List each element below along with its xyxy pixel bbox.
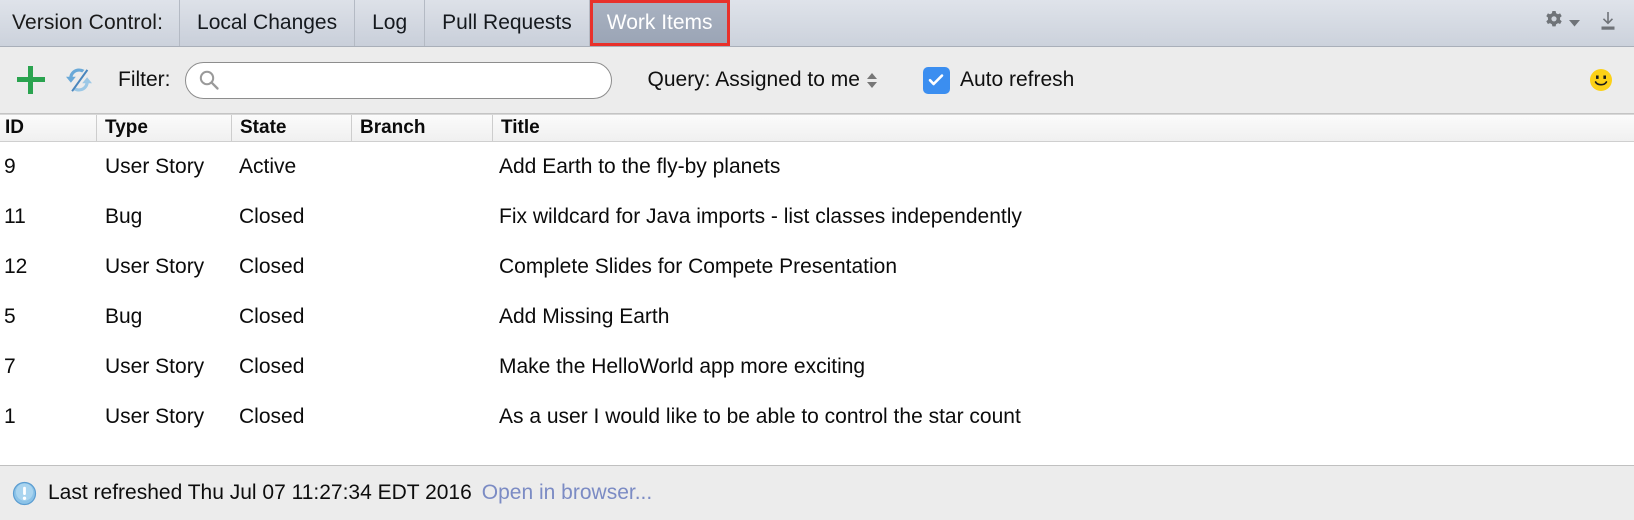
cell-state: Closed	[239, 305, 305, 328]
cell-state: Closed	[239, 255, 305, 278]
column-header-branch[interactable]: Branch	[351, 115, 492, 141]
last-refreshed-text: Last refreshed Thu Jul 07 11:27:34 EDT 2…	[48, 481, 472, 504]
table-empty-space	[0, 442, 1634, 465]
cell-id: 11	[4, 205, 26, 228]
column-header-type[interactable]: Type	[96, 115, 231, 141]
cell-type: User Story	[105, 255, 205, 278]
gear-icon	[1542, 9, 1566, 38]
cell-state: Active	[239, 155, 297, 178]
work-items-toolbar: Filter: Query: Assigned to me Auto refre…	[0, 47, 1634, 114]
hide-panel-button[interactable]	[1596, 9, 1620, 38]
work-items-panel: Version Control: Local Changes Log Pull …	[0, 0, 1634, 520]
cell-title: Make the HelloWorld app more exciting	[499, 355, 866, 378]
cell-title: Complete Slides for Compete Presentation	[499, 255, 898, 278]
cell-id: 9	[4, 155, 16, 178]
checkbox-checked-icon	[922, 66, 950, 94]
table-row[interactable]: 7 User Story Closed Make the HelloWorld …	[0, 342, 1634, 392]
cell-type: Bug	[105, 205, 143, 228]
search-input[interactable]	[225, 69, 611, 91]
column-header-id[interactable]: ID	[0, 115, 96, 141]
cell-id: 12	[4, 255, 28, 278]
tab-bar: Version Control: Local Changes Log Pull …	[0, 0, 1634, 47]
tab-local-changes[interactable]: Local Changes	[180, 0, 356, 46]
smiley-face-icon[interactable]	[1588, 67, 1614, 93]
table-row[interactable]: 9 User Story Active Add Earth to the fly…	[0, 142, 1634, 192]
up-down-stepper-icon[interactable]	[866, 72, 877, 88]
cell-state: Closed	[239, 405, 305, 428]
plus-icon[interactable]	[14, 63, 48, 97]
table-row[interactable]: 1 User Story Closed As a user I would li…	[0, 392, 1634, 442]
table-row[interactable]: 11 Bug Closed Fix wildcard for Java impo…	[0, 192, 1634, 242]
table-row[interactable]: 12 User Story Closed Complete Slides for…	[0, 242, 1634, 292]
table-header-row: ID Type State Branch Title	[0, 114, 1634, 142]
search-field[interactable]	[184, 61, 612, 99]
column-header-state[interactable]: State	[231, 115, 351, 141]
tab-pull-requests[interactable]: Pull Requests	[425, 0, 590, 46]
chevron-down-icon	[1569, 14, 1580, 32]
query-label: Query: Assigned to me	[647, 68, 860, 91]
cell-state: Closed	[239, 205, 305, 228]
cell-title: Fix wildcard for Java imports - list cla…	[499, 205, 1022, 228]
auto-refresh-checkbox[interactable]: Auto refresh	[922, 66, 1075, 94]
cell-state: Closed	[239, 355, 305, 378]
info-icon	[12, 481, 37, 506]
search-icon	[198, 69, 220, 91]
hide-window-icon	[1596, 9, 1620, 38]
query-selector[interactable]: Query: Assigned to me	[648, 68, 877, 92]
cell-id: 1	[4, 405, 16, 428]
filter-label: Filter:	[118, 68, 171, 91]
settings-button[interactable]	[1542, 9, 1580, 38]
cell-type: User Story	[105, 155, 205, 178]
tab-bar-actions	[1542, 0, 1634, 46]
tab-bar-spacer	[730, 0, 1542, 46]
cell-id: 5	[4, 305, 16, 328]
auto-refresh-label: Auto refresh	[959, 68, 1075, 91]
tab-log[interactable]: Log	[355, 0, 426, 46]
cell-type: User Story	[105, 405, 205, 428]
cell-title: Add Missing Earth	[499, 305, 670, 328]
table-row[interactable]: 5 Bug Closed Add Missing Earth	[0, 292, 1634, 342]
cell-title: Add Earth to the fly-by planets	[499, 155, 781, 178]
tab-work-items[interactable]: Work Items	[589, 0, 730, 46]
panel-title: Version Control:	[0, 0, 181, 46]
column-header-title[interactable]: Title	[492, 115, 1634, 141]
cell-type: Bug	[105, 305, 143, 328]
sync-refresh-icon[interactable]	[62, 63, 96, 97]
work-items-table: ID Type State Branch Title 9 User Story …	[0, 114, 1634, 465]
open-in-browser-link[interactable]: Open in browser...	[482, 481, 652, 505]
cell-id: 7	[4, 355, 16, 378]
cell-title: As a user I would like to be able to con…	[499, 405, 1021, 428]
cell-type: User Story	[105, 355, 205, 378]
status-bar: Last refreshed Thu Jul 07 11:27:34 EDT 2…	[0, 465, 1634, 520]
